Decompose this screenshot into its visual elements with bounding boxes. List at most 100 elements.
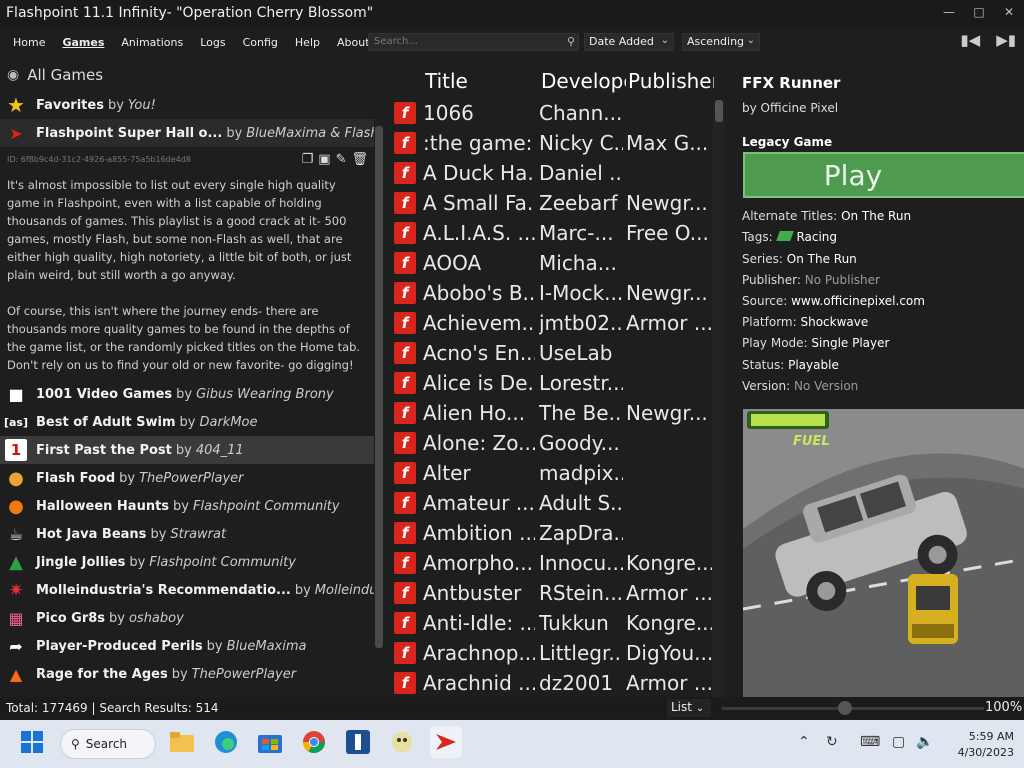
game-row[interactable]: f Alone: Zo... Goody... [392,428,714,458]
sort-order-select[interactable]: Ascending ⌄ [682,33,760,51]
menu-config[interactable]: Config [243,36,278,49]
chevron-up-icon[interactable]: ⌃ [798,734,810,750]
game-row[interactable]: f Alter madpix... [392,458,714,488]
edit-pencil-icon[interactable]: ✎ [336,152,347,167]
playlist-item[interactable]: ■ 1001 Video Games by Gibus Wearing Bron… [0,380,374,408]
game-row[interactable]: f:the game:Nicky C...Max G... [392,128,714,158]
field-value[interactable]: Single Player [811,336,889,350]
playlist-item[interactable]: ▦ Pico Gr8s by oshaboy [0,604,374,632]
all-games-item[interactable]: ◉ All Games [7,66,103,84]
playlist-item[interactable]: [as] Best of Adult Swim by DarkMoe [0,408,374,436]
menu-logs[interactable]: Logs [200,36,225,49]
playlist-item[interactable]: 1 First Past the Post by 404_11 [0,436,374,464]
game-row[interactable]: f Arachnop... Littlegr... DigYou... [392,638,714,668]
playlist-item[interactable]: ▲ Jingle Jollies by Flashpoint Community [0,548,374,576]
playlist-item[interactable]: ▲ Rage for the Ages by ThePowerPlayer [0,660,374,688]
cell-developer: Nicky C... [539,131,623,155]
column-header-title[interactable]: Title [425,69,537,93]
flashpoint-taskbar-icon[interactable] [430,726,462,758]
duplicate-icon[interactable]: ❐ [302,152,314,167]
search-input[interactable]: Search... ⚲ [368,33,579,51]
archive-icon[interactable]: ▣ [318,152,330,167]
tag-value[interactable]: Racing [796,230,837,244]
game-row[interactable]: f AOOA Micha... [392,248,714,278]
flash-platform-icon: f [394,672,416,694]
maximize-icon[interactable]: □ [964,0,994,24]
game-row[interactable]: f A Duck Ha... Daniel ... [392,158,714,188]
column-header-publisher[interactable]: Publisher [628,69,714,93]
scrollbar-thumb[interactable] [715,100,723,122]
windows-start-icon[interactable] [18,728,46,756]
game-row[interactable]: f Arachnid ... dz2001 Armor ... [392,668,714,697]
game-row[interactable]: f Alice is De... Lorestr... [392,368,714,398]
taskbar-search[interactable]: ⚲ Search [60,729,156,759]
zoom-slider-thumb[interactable] [838,701,853,715]
field-value[interactable]: No Version [794,379,858,393]
playlist-item[interactable]: ● Halloween Haunts by Flashpoint Communi… [0,492,374,520]
game-row[interactable]: f Abobo's B... I-Mock... Newgr... [392,278,714,308]
playlist-item[interactable]: ● Flash Food by ThePowerPlayer [0,464,374,492]
by-label: by [179,414,196,430]
view-mode-select[interactable]: List ⌄ [667,699,711,717]
playlist-author: ThePowerPlayer [139,470,244,486]
game-row[interactable]: f Amateur ... Adult S... [392,488,714,518]
field-value[interactable]: On The Run [787,252,857,266]
cell-publisher: Free O... [626,221,709,245]
column-header-developer[interactable]: Developer [541,69,626,93]
field-value[interactable]: Playable [788,358,839,372]
file-explorer-icon[interactable] [168,728,196,756]
game-row[interactable]: f Alien Ho... The Be... Newgr... [392,398,714,428]
cell-title: Anti-Idle: ... [423,611,535,635]
taskbar-clock[interactable]: 5:59 AM 4/30/2023 [946,729,1014,761]
field-value[interactable]: No Publisher [805,273,880,287]
game-row[interactable]: f A.L.I.A.S. ... Marc-... Free O... [392,218,714,248]
game-row[interactable]: f Achievem... jmtb02... Armor ... [392,308,714,338]
menu-games[interactable]: Games [62,36,104,49]
menu-about[interactable]: About [337,36,370,49]
field-value[interactable]: On The Run [841,209,911,223]
game-row[interactable]: f Anti-Idle: ... Tukkun Kongre... [392,608,714,638]
keyboard-icon[interactable]: ⌨ [860,734,880,750]
sort-order-label: Ascending [687,35,745,48]
playlist-item[interactable]: ☕ Hot Java Beans by Strawrat [0,520,374,548]
store-icon[interactable] [256,728,284,756]
chrome-icon[interactable] [300,728,328,756]
game-row[interactable]: f Acno's En... UseLab [392,338,714,368]
game-screenshot[interactable]: FUEL [743,409,1024,697]
menu-animations[interactable]: Animations [121,36,183,49]
tag-icon [776,231,795,241]
game-row[interactable]: f Amorpho... Innocu... Kongre... [392,548,714,578]
toggle-right-sidebar-icon[interactable]: ▶▮ [996,31,1016,49]
grid-scrollbar[interactable] [713,100,725,697]
trash-icon[interactable]: 🗑 [351,152,368,167]
app-window-icon[interactable] [344,728,372,756]
playlist-item-super-hall[interactable]: ➤ Flashpoint Super Hall o... by BlueMaxi… [0,119,374,147]
source-field: Source: www.officinepixel.com [742,294,925,308]
close-icon[interactable]: ✕ [994,0,1024,24]
playlist-item-favorites[interactable]: ★ Favorites by You! [0,91,374,119]
game-row[interactable]: f 1066 Chann... [392,98,714,128]
sort-field-select[interactable]: Date Added ⌄ [584,33,674,51]
minimize-icon[interactable]: — [934,0,964,24]
menu-help[interactable]: Help [295,36,320,49]
volume-icon[interactable]: 🔈 [916,734,933,750]
sync-icon[interactable]: ↻ [826,734,838,750]
zoom-slider-track[interactable] [722,707,984,710]
play-button[interactable]: Play [743,152,1024,198]
app-mascot-icon[interactable] [388,728,416,756]
cell-developer: Adult S... [539,491,623,515]
playlist-author: Flashpoint Community [193,498,340,514]
sidebar-scrollbar[interactable] [375,126,383,648]
game-row[interactable]: f A Small Fa... Zeebarf Newgr... [392,188,714,218]
field-value[interactable]: Shockwave [800,315,868,329]
game-row[interactable]: f Ambition ...ZapDra... [392,518,714,548]
game-row[interactable]: f Antbuster RStein.... Armor ... [392,578,714,608]
toggle-left-sidebar-icon[interactable]: ▮◀ [960,31,980,49]
playlist-item[interactable]: ➦ Player-Produced Perils by BlueMaxima [0,632,374,660]
menu-home[interactable]: Home [13,36,45,49]
search-icon[interactable]: ⚲ [567,35,575,48]
monitor-icon[interactable]: ▢ [892,734,905,750]
playlist-item[interactable]: ✷ Molleindustria's Recommendatio... by M… [0,576,374,604]
edge-browser-icon[interactable] [212,728,240,756]
field-value[interactable]: www.officinepixel.com [791,294,925,308]
